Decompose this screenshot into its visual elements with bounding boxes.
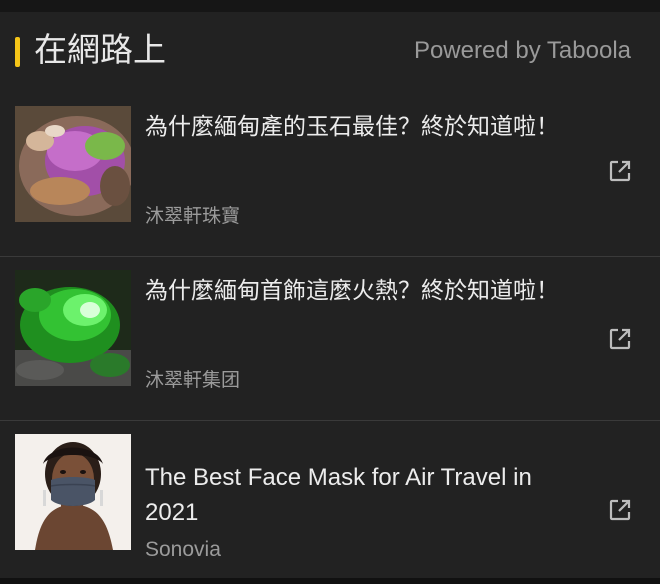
divider: [0, 420, 660, 421]
top-bar: [0, 0, 660, 12]
article-title[interactable]: 為什麼緬甸產的玉石最佳？終於知道啦！: [145, 108, 565, 146]
article-source: 沐翠軒珠寶: [145, 205, 241, 227]
external-link-icon[interactable]: [607, 158, 633, 184]
article-title[interactable]: 為什麼緬甸首飾這麼火熱？終於知道啦！: [145, 272, 565, 310]
article-title[interactable]: The Best Face Mask for Air Travel in 202…: [145, 460, 555, 530]
face-mask-image: [15, 434, 131, 550]
accent-bar: [15, 37, 20, 67]
article-source: 沐翠軒集团: [145, 369, 241, 391]
article-thumbnail[interactable]: [15, 270, 131, 386]
recommendations-panel: 在網路上 Powered by Taboola 為什麼緬甸產的玉石最佳？終於知道…: [0, 12, 660, 578]
jade-jewelry-image: [15, 270, 131, 386]
divider: [0, 256, 660, 257]
section-header: 在網路上 Powered by Taboola: [0, 26, 660, 76]
section-title: 在網路上: [34, 30, 166, 69]
powered-by-taboola-link[interactable]: Powered by Taboola: [414, 35, 631, 67]
article-item[interactable]: 為什麼緬甸首飾這麼火熱？終於知道啦！ 沐翠軒集团: [0, 270, 660, 420]
article-thumbnail[interactable]: [15, 434, 131, 550]
article-item[interactable]: The Best Face Mask for Air Travel in 202…: [0, 434, 660, 584]
article-thumbnail[interactable]: [15, 106, 131, 222]
external-link-icon[interactable]: [607, 326, 633, 352]
article-source: Sonovia: [145, 538, 221, 561]
article-item[interactable]: 為什麼緬甸產的玉石最佳？終於知道啦！ 沐翠軒珠寶: [0, 106, 660, 256]
jade-stone-image: [15, 106, 131, 222]
external-link-icon[interactable]: [607, 497, 633, 523]
